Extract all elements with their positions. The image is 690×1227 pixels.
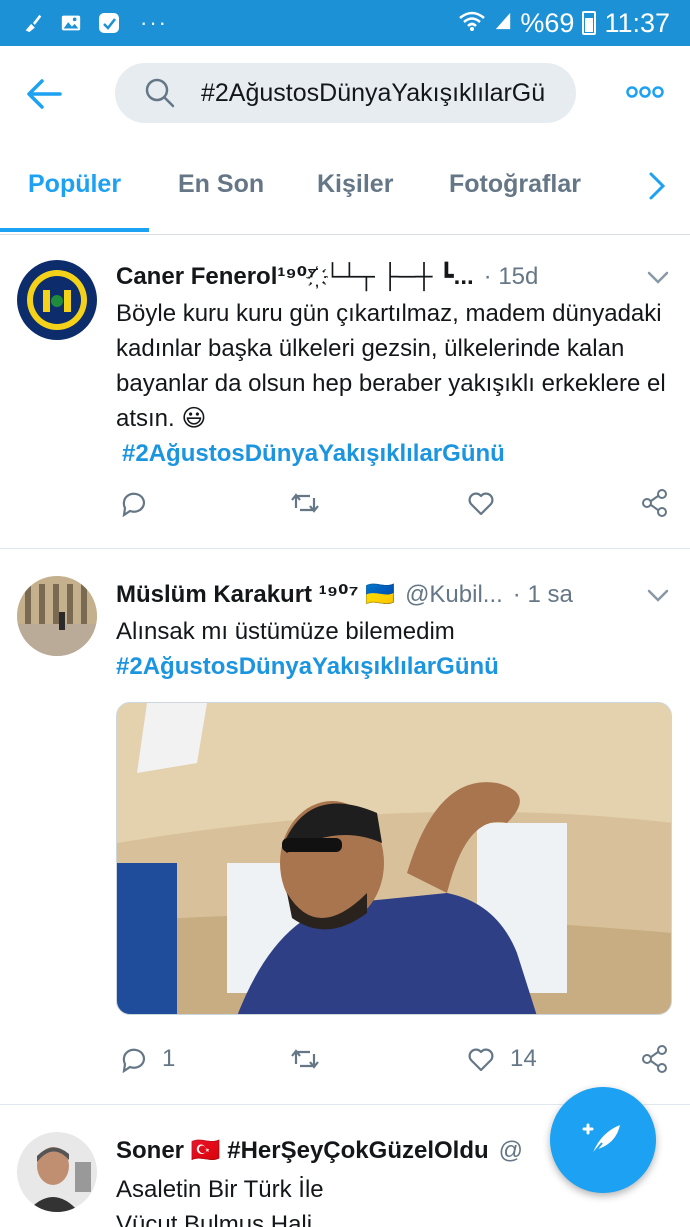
hashtag-link[interactable]: #2AğustosDünyaYakışıklılarGünü (116, 436, 666, 471)
tab-latest[interactable]: En Son (178, 170, 264, 199)
tweet-1[interactable]: Caner Fenerol¹⁹⁰⁷҉ └┴┬ ├─┼ ┗... · 15d Bö… (0, 236, 690, 549)
reply-count: 1 (162, 1045, 176, 1072)
reply-icon (122, 1048, 146, 1074)
user-handle[interactable]: @ (499, 1137, 523, 1165)
user-handle[interactable]: @Kubil... (405, 581, 503, 609)
avatar[interactable] (17, 1132, 97, 1212)
tweet-photo[interactable] (116, 702, 672, 1015)
reply-icon (122, 492, 146, 518)
back-arrow-icon[interactable] (24, 76, 64, 112)
shield-icon (96, 11, 122, 35)
retweet-icon (291, 1049, 319, 1069)
compose-tweet-button[interactable] (550, 1087, 656, 1193)
reply-button[interactable] (118, 488, 162, 518)
retweet-button[interactable] (290, 1044, 320, 1074)
retweet-button[interactable] (290, 488, 320, 518)
like-count: 14 (510, 1045, 537, 1072)
status-bar: ··· %69 11:37 (0, 0, 690, 46)
like-button[interactable]: 14 (466, 1044, 537, 1074)
tweet-text: Böyle kuru kuru gün çıkartılmaz, madem d… (116, 296, 666, 471)
tab-photos[interactable]: Fotoğraflar (449, 170, 581, 199)
avatar[interactable] (17, 260, 97, 340)
broom-icon (20, 11, 46, 35)
tab-people[interactable]: Kişiler (317, 170, 393, 199)
display-name[interactable]: Müslüm Karakurt ¹⁹⁰⁷ 🇺🇦 (116, 580, 395, 609)
signal-icon (494, 8, 512, 39)
reply-button[interactable]: 1 (118, 1044, 175, 1074)
clock: 11:37 (604, 7, 670, 38)
tweet-header: Soner 🇹🇷 #HerŞeyÇokGüzelOldu @ (116, 1136, 523, 1165)
tweet-body: Böyle kuru kuru gün çıkartılmaz, madem d… (116, 300, 666, 432)
share-button[interactable] (640, 488, 670, 518)
display-name[interactable]: Caner Fenerol¹⁹⁰⁷҉ └┴┬ ├─┼ ┗... (116, 262, 474, 291)
share-icon (642, 489, 667, 517)
search-tabs: Popüler En Son Kişiler Fotoğraflar (0, 140, 690, 235)
search-query[interactable]: #2AğustosDünyaYakışıklılarGü (201, 79, 545, 108)
battery-icon (582, 11, 597, 35)
compose-feather-icon (582, 1123, 620, 1156)
heart-icon (468, 492, 494, 516)
heart-icon (468, 1048, 494, 1072)
tab-active-indicator (0, 228, 149, 232)
chevron-down-icon[interactable] (646, 270, 670, 286)
tweet-text: Asaletin Bir Türk İle Vücut Bulmuş Hali (116, 1172, 356, 1227)
timestamp: · 15d (483, 262, 539, 290)
more-icon[interactable] (626, 84, 664, 100)
battery-percent: %69 (520, 7, 575, 38)
avatar[interactable] (17, 576, 97, 656)
share-button[interactable] (640, 1044, 670, 1074)
share-icon (642, 1045, 667, 1073)
tweet-header: Müslüm Karakurt ¹⁹⁰⁷ 🇺🇦 @Kubil... · 1 sa (116, 580, 573, 609)
search-input[interactable]: #2AğustosDünyaYakışıklılarGü (115, 63, 576, 123)
tweet-text: Alınsak mı üstümüze bilemedim #2AğustosD… (116, 614, 666, 684)
tweet-actions: 1 14 (116, 1044, 676, 1084)
tweet-body: Asaletin Bir Türk İle Vücut Bulmuş Hali (116, 1176, 324, 1227)
timestamp: · 1 sa (512, 580, 573, 608)
search-header: #2AğustosDünyaYakışıklılarGü (0, 46, 690, 140)
like-button[interactable] (466, 488, 510, 518)
tweet-body: Alınsak mı üstümüze bilemedim (116, 618, 455, 645)
tab-popular[interactable]: Popüler (28, 170, 121, 199)
chevron-right-icon[interactable] (644, 168, 670, 204)
overflow-dots: ··· (140, 10, 168, 35)
search-icon (143, 76, 177, 110)
tweet-actions (116, 488, 676, 528)
tweet-header: Caner Fenerol¹⁹⁰⁷҉ └┴┬ ├─┼ ┗... · 15d (116, 262, 538, 291)
image-icon (58, 11, 84, 35)
display-name[interactable]: Soner 🇹🇷 #HerŞeyÇokGüzelOldu (116, 1136, 489, 1165)
wifi-icon (458, 8, 486, 39)
retweet-icon (291, 493, 319, 513)
hashtag-link[interactable]: #2AğustosDünyaYakışıklılarGünü (116, 649, 666, 684)
chevron-down-icon[interactable] (646, 588, 670, 604)
